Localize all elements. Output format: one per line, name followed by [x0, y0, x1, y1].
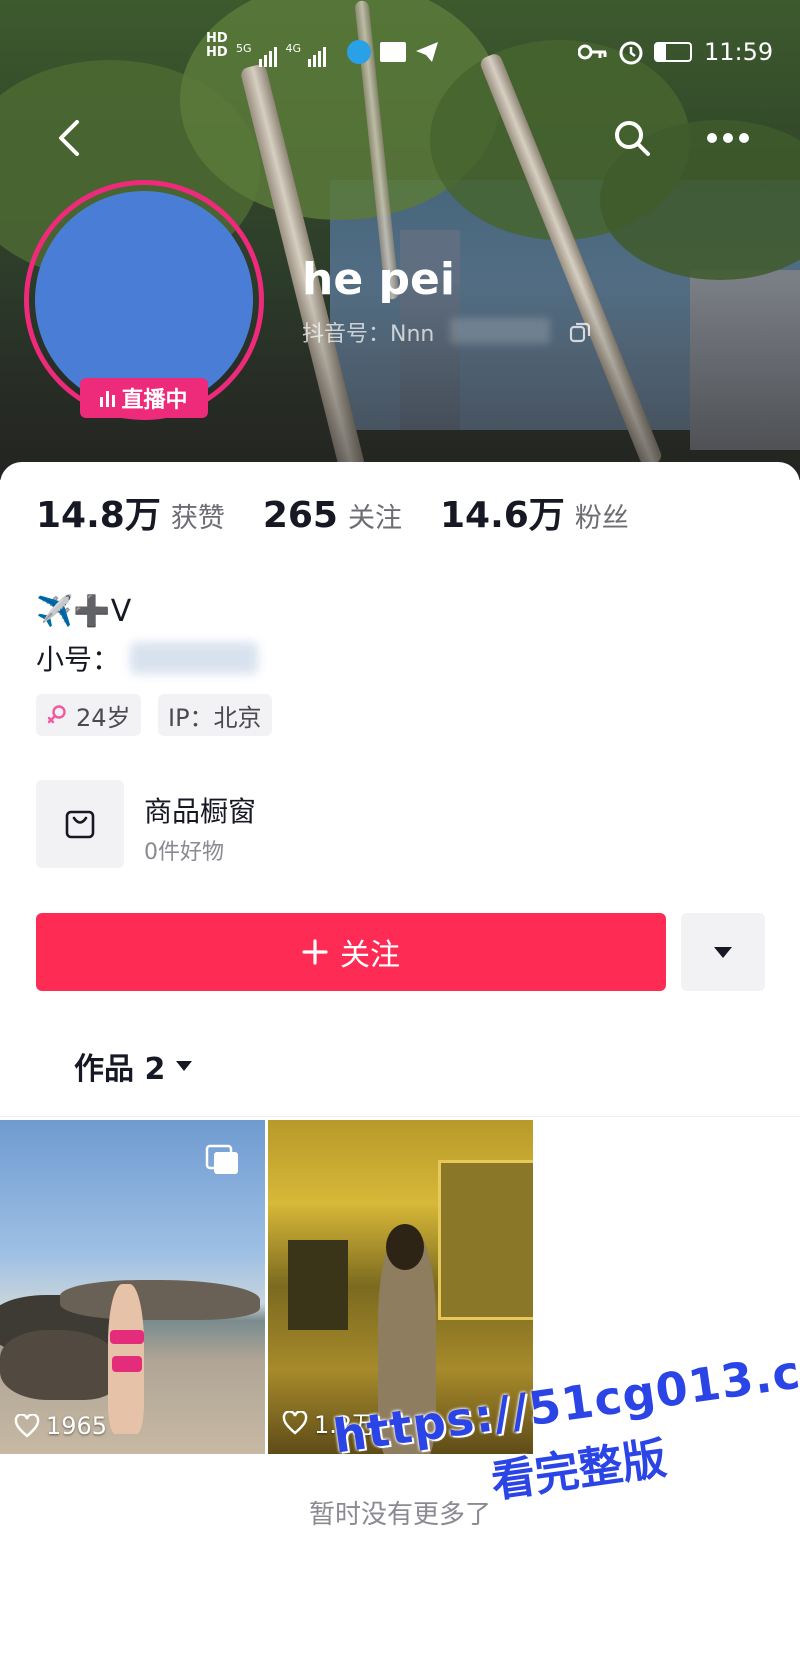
live-badge-label: 直播中	[121, 388, 188, 413]
heart-icon	[14, 1414, 40, 1438]
search-icon	[615, 121, 650, 156]
heart-icon	[282, 1410, 308, 1435]
mail-icon	[380, 42, 406, 62]
stat-followers[interactable]: 14.6万 粉丝	[440, 486, 629, 538]
video-thumbnail-1[interactable]: 1965	[0, 1120, 265, 1454]
age-tag: 24岁	[36, 694, 141, 736]
more-dots-icon	[707, 133, 749, 143]
status-bar: HD HD 5G 4G 11:59	[0, 32, 800, 76]
bio-line-1: ✈️➕V	[36, 594, 132, 629]
avatar-image	[35, 191, 253, 409]
douyin-id-blur	[450, 318, 550, 344]
live-bars-icon	[100, 389, 116, 407]
stat-following[interactable]: 265 关注	[263, 495, 402, 536]
plus-icon	[302, 939, 328, 965]
battery-icon	[654, 42, 692, 62]
back-button[interactable]	[42, 110, 98, 166]
clock: 11:59	[704, 38, 774, 66]
female-icon	[47, 705, 66, 724]
tab-divider	[0, 1116, 800, 1117]
caret-down-icon	[176, 1061, 193, 1071]
stat-likes[interactable]: 14.8万 获赞	[36, 486, 225, 538]
shop-title: 商品橱窗	[144, 795, 257, 828]
follow-button[interactable]: 关注	[36, 913, 666, 991]
hd-indicator: HD HD	[206, 31, 228, 60]
ip-tag: IP：北京	[158, 694, 272, 736]
profile-stats: 14.8万 获赞 265 关注 14.6万 粉丝	[36, 486, 667, 538]
shop-window[interactable]: 商品橱窗 0件好物	[36, 780, 436, 870]
follow-dropdown-button[interactable]	[681, 913, 765, 991]
alarm-icon	[619, 41, 643, 65]
shop-subtitle: 0件好物	[144, 840, 224, 865]
tab-works[interactable]: 作品 2	[74, 1044, 193, 1088]
bio-line-2: 小号：	[36, 643, 121, 676]
back-arrow-icon	[59, 120, 79, 156]
bio-blur	[130, 642, 258, 674]
profile-name: he pei	[302, 254, 455, 305]
copy-icon[interactable]	[568, 320, 592, 344]
thumbnail-likes: 1965	[14, 1412, 107, 1440]
search-button[interactable]	[604, 110, 660, 166]
multi-image-icon	[205, 1144, 238, 1174]
caret-down-icon	[714, 947, 732, 958]
douyin-id: 抖音号：Nnn	[302, 322, 435, 347]
signal-icon: 5G 4G	[236, 42, 328, 67]
telegram-icon	[416, 42, 438, 62]
key-icon	[578, 44, 607, 60]
shopping-bag-icon	[36, 780, 124, 868]
more-options-button[interactable]	[700, 110, 756, 166]
app-notification-icon	[347, 40, 371, 64]
live-badge[interactable]: 直播中	[80, 378, 208, 418]
follow-label: 关注	[340, 938, 400, 973]
